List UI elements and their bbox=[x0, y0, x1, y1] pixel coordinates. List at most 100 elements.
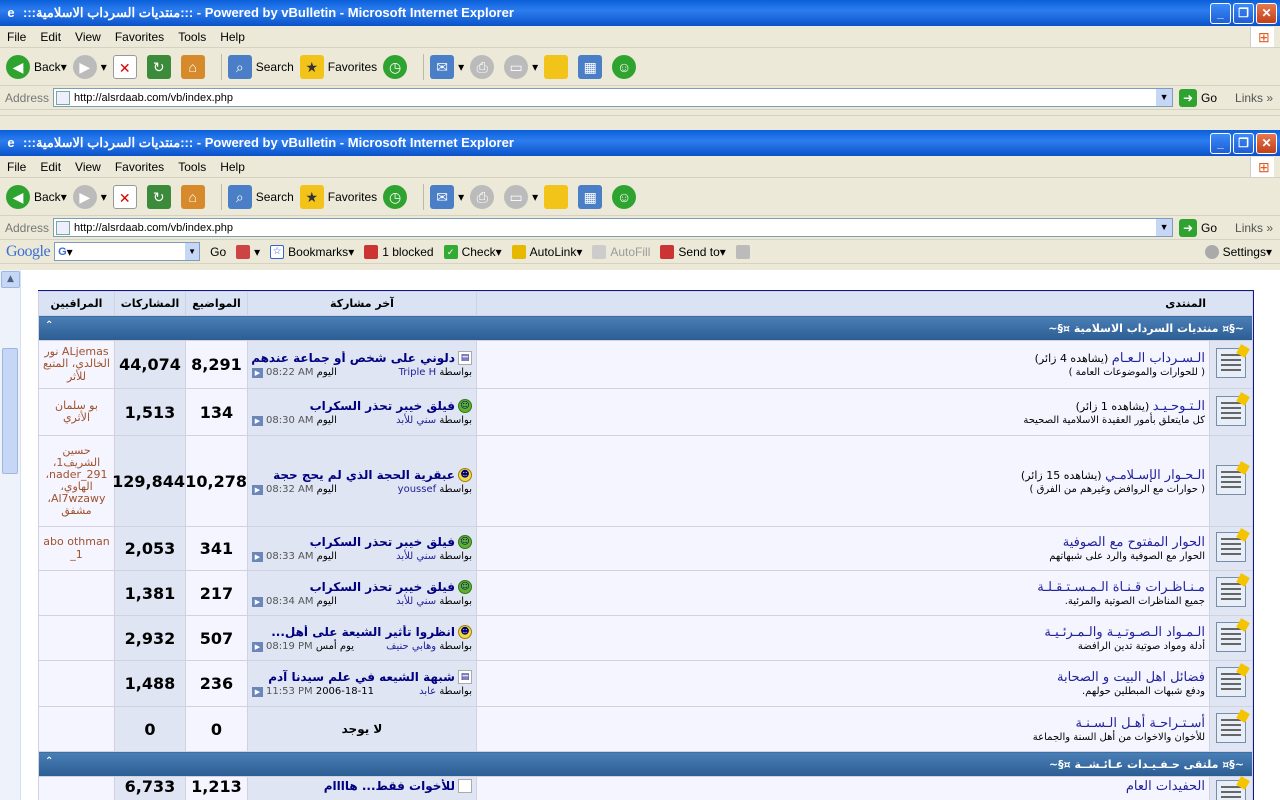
search-button[interactable]: ⌕ Search bbox=[227, 54, 294, 79]
news-button[interactable]: ▾ bbox=[236, 244, 260, 259]
forum-name[interactable]: مـنـاظـرات قـنـاة الـمـسـتـقـلـة bbox=[1037, 580, 1205, 595]
last-post-title[interactable]: فيلق خيبر تحذر السكراب bbox=[310, 535, 455, 549]
links-button[interactable]: Links » bbox=[1235, 221, 1273, 235]
last-post-author[interactable]: سني للأبد bbox=[396, 596, 436, 607]
last-post-author[interactable]: سني للأبد bbox=[396, 551, 436, 562]
autolink-button[interactable]: AutoLink ▾ bbox=[511, 244, 582, 259]
goto-last-post-icon[interactable]: ▶ bbox=[251, 687, 263, 697]
last-post-title[interactable]: للأخوات فقط... هاااام bbox=[324, 779, 455, 793]
menu-favorites[interactable]: Favorites bbox=[108, 160, 171, 174]
forum-name[interactable]: الحوار المفتوح مع الصوفية bbox=[1063, 535, 1205, 550]
close-button[interactable]: ✕ bbox=[1256, 132, 1277, 154]
vertical-scrollbar[interactable]: ▲ bbox=[0, 270, 21, 800]
last-post-title[interactable]: فيلق خيبر تحذر السكراب bbox=[310, 399, 455, 413]
chevron-down-icon[interactable]: ▼ bbox=[185, 243, 200, 260]
settings-button[interactable]: Settings ▾ bbox=[1204, 244, 1272, 259]
mail-button[interactable]: ✉ ▾ bbox=[430, 54, 464, 79]
moderators[interactable] bbox=[37, 615, 115, 661]
print-button[interactable]: ⎙ bbox=[470, 54, 498, 79]
category-title[interactable]: ~§¤ منتديات السرداب الاسلامية ¤§~ bbox=[1048, 322, 1244, 335]
edit-button[interactable]: ▭ ▾ bbox=[504, 184, 538, 209]
refresh-button[interactable]: ↻ bbox=[146, 184, 175, 209]
edit-button[interactable]: ▭ ▾ bbox=[504, 54, 538, 79]
last-post-title[interactable]: شبهة الشيعه في علم سيدنا آدم bbox=[268, 670, 455, 684]
minimize-button[interactable]: _ bbox=[1210, 132, 1231, 154]
home-button[interactable]: ⌂ bbox=[180, 54, 209, 79]
favorites-button[interactable]: ★ Favorites bbox=[299, 184, 377, 209]
go-button[interactable]: ➜ Go bbox=[1179, 218, 1217, 237]
history-button[interactable]: ◷ bbox=[383, 184, 411, 209]
goto-last-post-icon[interactable]: ▶ bbox=[251, 552, 263, 562]
last-post-author[interactable]: عابد bbox=[419, 686, 436, 697]
moderators[interactable]: ALjemas نور الخالدي، المتبع للأثر bbox=[37, 340, 115, 389]
last-post-title[interactable]: عبقرية الحجة الذي لم يحج حجة bbox=[273, 468, 455, 482]
goto-last-post-icon[interactable]: ▶ bbox=[251, 415, 263, 426]
links-button[interactable]: Links » bbox=[1235, 91, 1273, 105]
autofill-button[interactable]: AutoFill bbox=[592, 244, 650, 259]
last-post-author[interactable]: سني للأبد bbox=[396, 415, 436, 426]
address-input[interactable]: http://alsrdaab.com/vb/index.php ▼ bbox=[53, 88, 1174, 107]
refresh-button[interactable]: ↻ bbox=[146, 54, 175, 79]
menu-favorites[interactable]: Favorites bbox=[108, 30, 171, 44]
goto-last-post-icon[interactable]: ▶ bbox=[251, 484, 263, 495]
menu-view[interactable]: View bbox=[68, 160, 108, 174]
menu-edit[interactable]: Edit bbox=[33, 30, 68, 44]
collapse-icon[interactable]: ⌃ bbox=[45, 756, 53, 767]
last-post-author[interactable]: youssef bbox=[398, 484, 436, 495]
forum-name[interactable]: الحفيدات العام bbox=[481, 779, 1205, 794]
popup-blocker-button[interactable]: 1 blocked bbox=[364, 244, 434, 259]
home-button[interactable]: ⌂ bbox=[180, 184, 209, 209]
discuss-button[interactable] bbox=[544, 184, 572, 209]
forum-name[interactable]: الـتـوحـيـد bbox=[1153, 399, 1205, 414]
highlight-button[interactable] bbox=[735, 244, 754, 259]
last-post-title[interactable]: فيلق خيبر تحذر السكراب bbox=[310, 580, 455, 594]
minimize-button[interactable]: _ bbox=[1210, 2, 1231, 24]
moderators[interactable] bbox=[37, 570, 115, 616]
category-title[interactable]: ~§¤ ملتقى حـفـيـدات عـائـشــة ¤§~ bbox=[1049, 758, 1244, 771]
scroll-thumb[interactable] bbox=[2, 348, 18, 474]
moderators[interactable]: abo othman 1_ bbox=[37, 526, 115, 571]
last-post-title[interactable]: دلوني على شخص أو جماعة عندهم... bbox=[252, 351, 455, 365]
menu-tools[interactable]: Tools bbox=[171, 30, 213, 44]
forum-name[interactable]: الـمـواد الـصـوتـيـة والـمـرئـيـة bbox=[1044, 625, 1205, 640]
maximize-button[interactable]: ❐ bbox=[1233, 132, 1254, 154]
sendto-button[interactable]: Send to ▾ bbox=[660, 244, 726, 259]
stop-button[interactable]: ✕ bbox=[112, 54, 141, 79]
forum-name[interactable]: فضائل اهل البيت و الصحابة bbox=[1057, 670, 1205, 685]
print-button[interactable]: ⎙ bbox=[470, 184, 498, 209]
moderators[interactable] bbox=[37, 660, 115, 707]
close-button[interactable]: ✕ bbox=[1256, 2, 1277, 24]
messenger-button[interactable]: ☺ bbox=[612, 54, 640, 79]
search-button[interactable]: ⌕ Search bbox=[227, 184, 294, 209]
menu-edit[interactable]: Edit bbox=[33, 160, 68, 174]
address-input[interactable]: http://alsrdaab.com/vb/index.php ▼ bbox=[53, 218, 1174, 237]
menu-help[interactable]: Help bbox=[213, 30, 252, 44]
mail-button[interactable]: ✉ ▾ bbox=[430, 184, 464, 209]
forum-name[interactable]: الـسـرداب الـعـام bbox=[1112, 351, 1205, 366]
scroll-up-icon[interactable]: ▲ bbox=[1, 271, 20, 288]
chevron-down-icon[interactable]: ▼ bbox=[1156, 219, 1173, 236]
go-button[interactable]: ➜ Go bbox=[1179, 88, 1217, 107]
forward-button[interactable]: ▶ ▾ bbox=[72, 54, 107, 79]
menu-help[interactable]: Help bbox=[213, 160, 252, 174]
last-post-author[interactable]: وهابي حنيف bbox=[386, 641, 436, 652]
last-post-title[interactable]: انظروا تأثير الشيعة على أهل... bbox=[271, 625, 455, 639]
title-bar[interactable]: e :::منتديات السرداب الاسلامية::: - Powe… bbox=[0, 0, 1280, 26]
goto-last-post-icon[interactable]: ▶ bbox=[251, 596, 263, 607]
last-post-author[interactable]: Triple H bbox=[399, 367, 437, 378]
goto-last-post-icon[interactable]: ▶ bbox=[251, 368, 263, 378]
research-button[interactable]: ▦ bbox=[578, 54, 606, 79]
moderators[interactable]: حسين الشريف1، nader_291، الهاوي، Al7wzaw… bbox=[37, 435, 115, 527]
menu-tools[interactable]: Tools bbox=[171, 160, 213, 174]
forum-name[interactable]: الـحـوار الإسـلامـي bbox=[1105, 468, 1205, 483]
discuss-button[interactable] bbox=[544, 54, 572, 79]
favorites-button[interactable]: ★ Favorites bbox=[299, 54, 377, 79]
moderators[interactable]: بو سلمان الأثري bbox=[37, 388, 115, 436]
forum-name[interactable]: أسـتـراحـة أهـل الـسـنـة bbox=[1075, 716, 1205, 731]
google-search-input[interactable]: G ▾ ▼ bbox=[54, 242, 201, 261]
messenger-button[interactable]: ☺ bbox=[612, 184, 640, 209]
menu-view[interactable]: View bbox=[68, 30, 108, 44]
moderators[interactable] bbox=[37, 706, 115, 752]
google-go-button[interactable]: Go bbox=[210, 245, 226, 259]
research-button[interactable]: ▦ bbox=[578, 184, 606, 209]
